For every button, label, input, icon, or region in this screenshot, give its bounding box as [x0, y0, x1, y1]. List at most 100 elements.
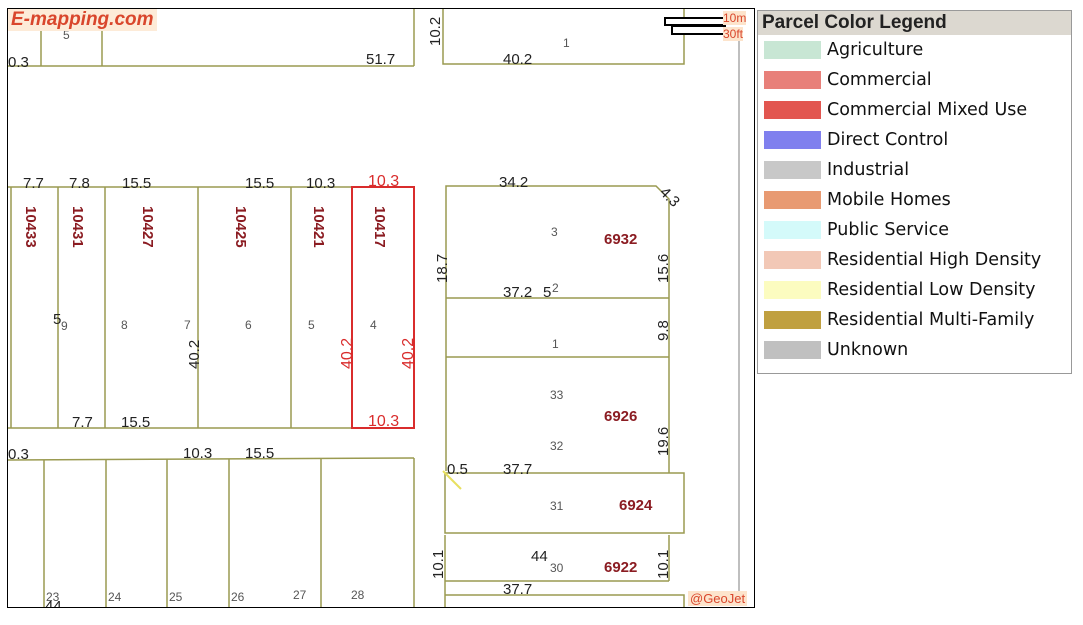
address-label[interactable]: 10425 [232, 206, 249, 248]
dimension-label: 7.7 [72, 414, 93, 431]
scale-label-metric: 10m [723, 11, 747, 25]
lot-number: 31 [550, 499, 564, 513]
address-label-selected[interactable]: 10417 [371, 206, 388, 248]
legend-item: Industrial [758, 155, 1071, 185]
lot-number: 26 [231, 590, 245, 604]
address-label[interactable]: 10421 [310, 206, 327, 248]
scale-label-imperial: 30ft [723, 27, 744, 41]
lot-number: 3 [551, 225, 558, 239]
legend-swatch [764, 71, 821, 89]
dimension-label: 0.3 [8, 54, 29, 71]
dimension-label: 37.7 [503, 461, 532, 478]
dimension-label: 40.2 [186, 340, 203, 369]
dimension-label: 0.3 [8, 446, 29, 463]
parcel-map[interactable]: 0.3 51.7 10.2 40.2 7.7 7.8 15.5 15.5 10.… [7, 8, 755, 608]
legend-swatch [764, 131, 821, 149]
legend-swatch [764, 221, 821, 239]
address-label[interactable]: 6922 [604, 559, 637, 576]
dimension-label: 15.5 [121, 414, 150, 431]
legend-label: Industrial [827, 160, 910, 180]
legend-item: Public Service [758, 215, 1071, 245]
lot-number: 24 [108, 590, 122, 604]
lot-number: 27 [293, 588, 307, 602]
lot-number: 1 [552, 337, 559, 351]
lot-number: 4 [370, 318, 377, 332]
dimension-label: 10.3 [183, 445, 212, 462]
scale-bar-metric [664, 17, 726, 26]
legend-swatch [764, 191, 821, 209]
dimension-label: 10.3 [306, 175, 335, 192]
legend-item: Residential High Density [758, 245, 1071, 275]
address-label[interactable]: 10433 [22, 206, 39, 248]
legend-swatch [764, 311, 821, 329]
legend-item: Commercial Mixed Use [758, 95, 1071, 125]
legend-swatch [764, 101, 821, 119]
lot-number: 33 [550, 388, 564, 402]
scale-bar-imperial [671, 25, 726, 35]
legend-item: Unknown [758, 335, 1071, 365]
dimension-label: 40.2 [400, 338, 417, 369]
legend-label: Unknown [827, 340, 909, 360]
address-label[interactable]: 6924 [619, 497, 653, 514]
dimension-label: 51.7 [366, 51, 395, 68]
dimension-label: 7.8 [69, 175, 90, 192]
dimension-label: 10.2 [427, 17, 444, 46]
dimension-label: 15.5 [245, 445, 274, 462]
dimension-label: 34.2 [499, 174, 528, 191]
legend-item: Commercial [758, 65, 1071, 95]
legend-swatch [764, 281, 821, 299]
dimension-label: 15.6 [655, 254, 672, 283]
legend-swatch [764, 161, 821, 179]
attribution[interactable]: @GeoJet [688, 591, 748, 606]
dimension-label: 5 [543, 284, 551, 301]
lot-number: 32 [550, 439, 564, 453]
lot-number: 5 [308, 318, 315, 332]
address-label[interactable]: 6926 [604, 408, 637, 425]
legend-label: Commercial [827, 70, 932, 90]
legend-label: Commercial Mixed Use [827, 100, 1028, 120]
lot-number: 2 [552, 281, 559, 295]
parcel-color-legend: Parcel Color Legend Agriculture Commercia… [757, 10, 1072, 374]
legend-item: Residential Multi-Family [758, 305, 1071, 335]
dimension-label: 44 [531, 548, 548, 565]
address-label[interactable]: 10431 [69, 206, 86, 248]
dimension-label: 15.5 [122, 175, 151, 192]
legend-label: Public Service [827, 220, 950, 240]
dimension-label: 10.1 [430, 550, 447, 579]
lot-number: 1 [563, 36, 570, 50]
legend-swatch [764, 251, 821, 269]
legend-label: Direct Control [827, 130, 949, 150]
legend-label: Residential Multi-Family [827, 310, 1035, 330]
dimension-label: 18.7 [434, 254, 451, 283]
lot-number: 7 [184, 318, 191, 332]
legend-swatch [764, 41, 821, 59]
legend-title: Parcel Color Legend [758, 11, 1071, 35]
dimension-label: 7.7 [23, 175, 44, 192]
dimension-label: 15.5 [245, 175, 274, 192]
legend-label: Residential Low Density [827, 280, 1036, 300]
legend-item: Mobile Homes [758, 185, 1071, 215]
legend-label: Agriculture [827, 40, 924, 60]
dimension-label: 10.1 [655, 550, 672, 579]
brand-logo[interactable]: E-mapping.com [8, 9, 157, 31]
lot-number: 28 [351, 588, 365, 602]
dimension-label: 40.2 [339, 338, 356, 369]
lot-number: 8 [121, 318, 128, 332]
dimension-label: 9.8 [655, 320, 672, 341]
dimension-label: 37.2 [503, 284, 532, 301]
lot-number: 9 [61, 319, 68, 333]
address-label[interactable]: 6932 [604, 231, 637, 248]
legend-swatch [764, 341, 821, 359]
lot-number: 23 [46, 590, 60, 604]
legend-item: Agriculture [758, 35, 1071, 65]
address-label[interactable]: 10427 [139, 206, 156, 248]
dimension-label: 10.3 [368, 413, 399, 430]
legend-item: Direct Control [758, 125, 1071, 155]
lot-number: 30 [550, 561, 564, 575]
lot-number: 6 [245, 318, 252, 332]
dimension-label: 37.7 [503, 581, 532, 598]
dimension-label: 0.5 [447, 461, 468, 478]
parcel-lines: 0.3 51.7 10.2 40.2 7.7 7.8 15.5 15.5 10.… [8, 9, 740, 607]
dimension-label: 4.3 [656, 184, 683, 211]
dimension-label: 40.2 [503, 51, 532, 68]
